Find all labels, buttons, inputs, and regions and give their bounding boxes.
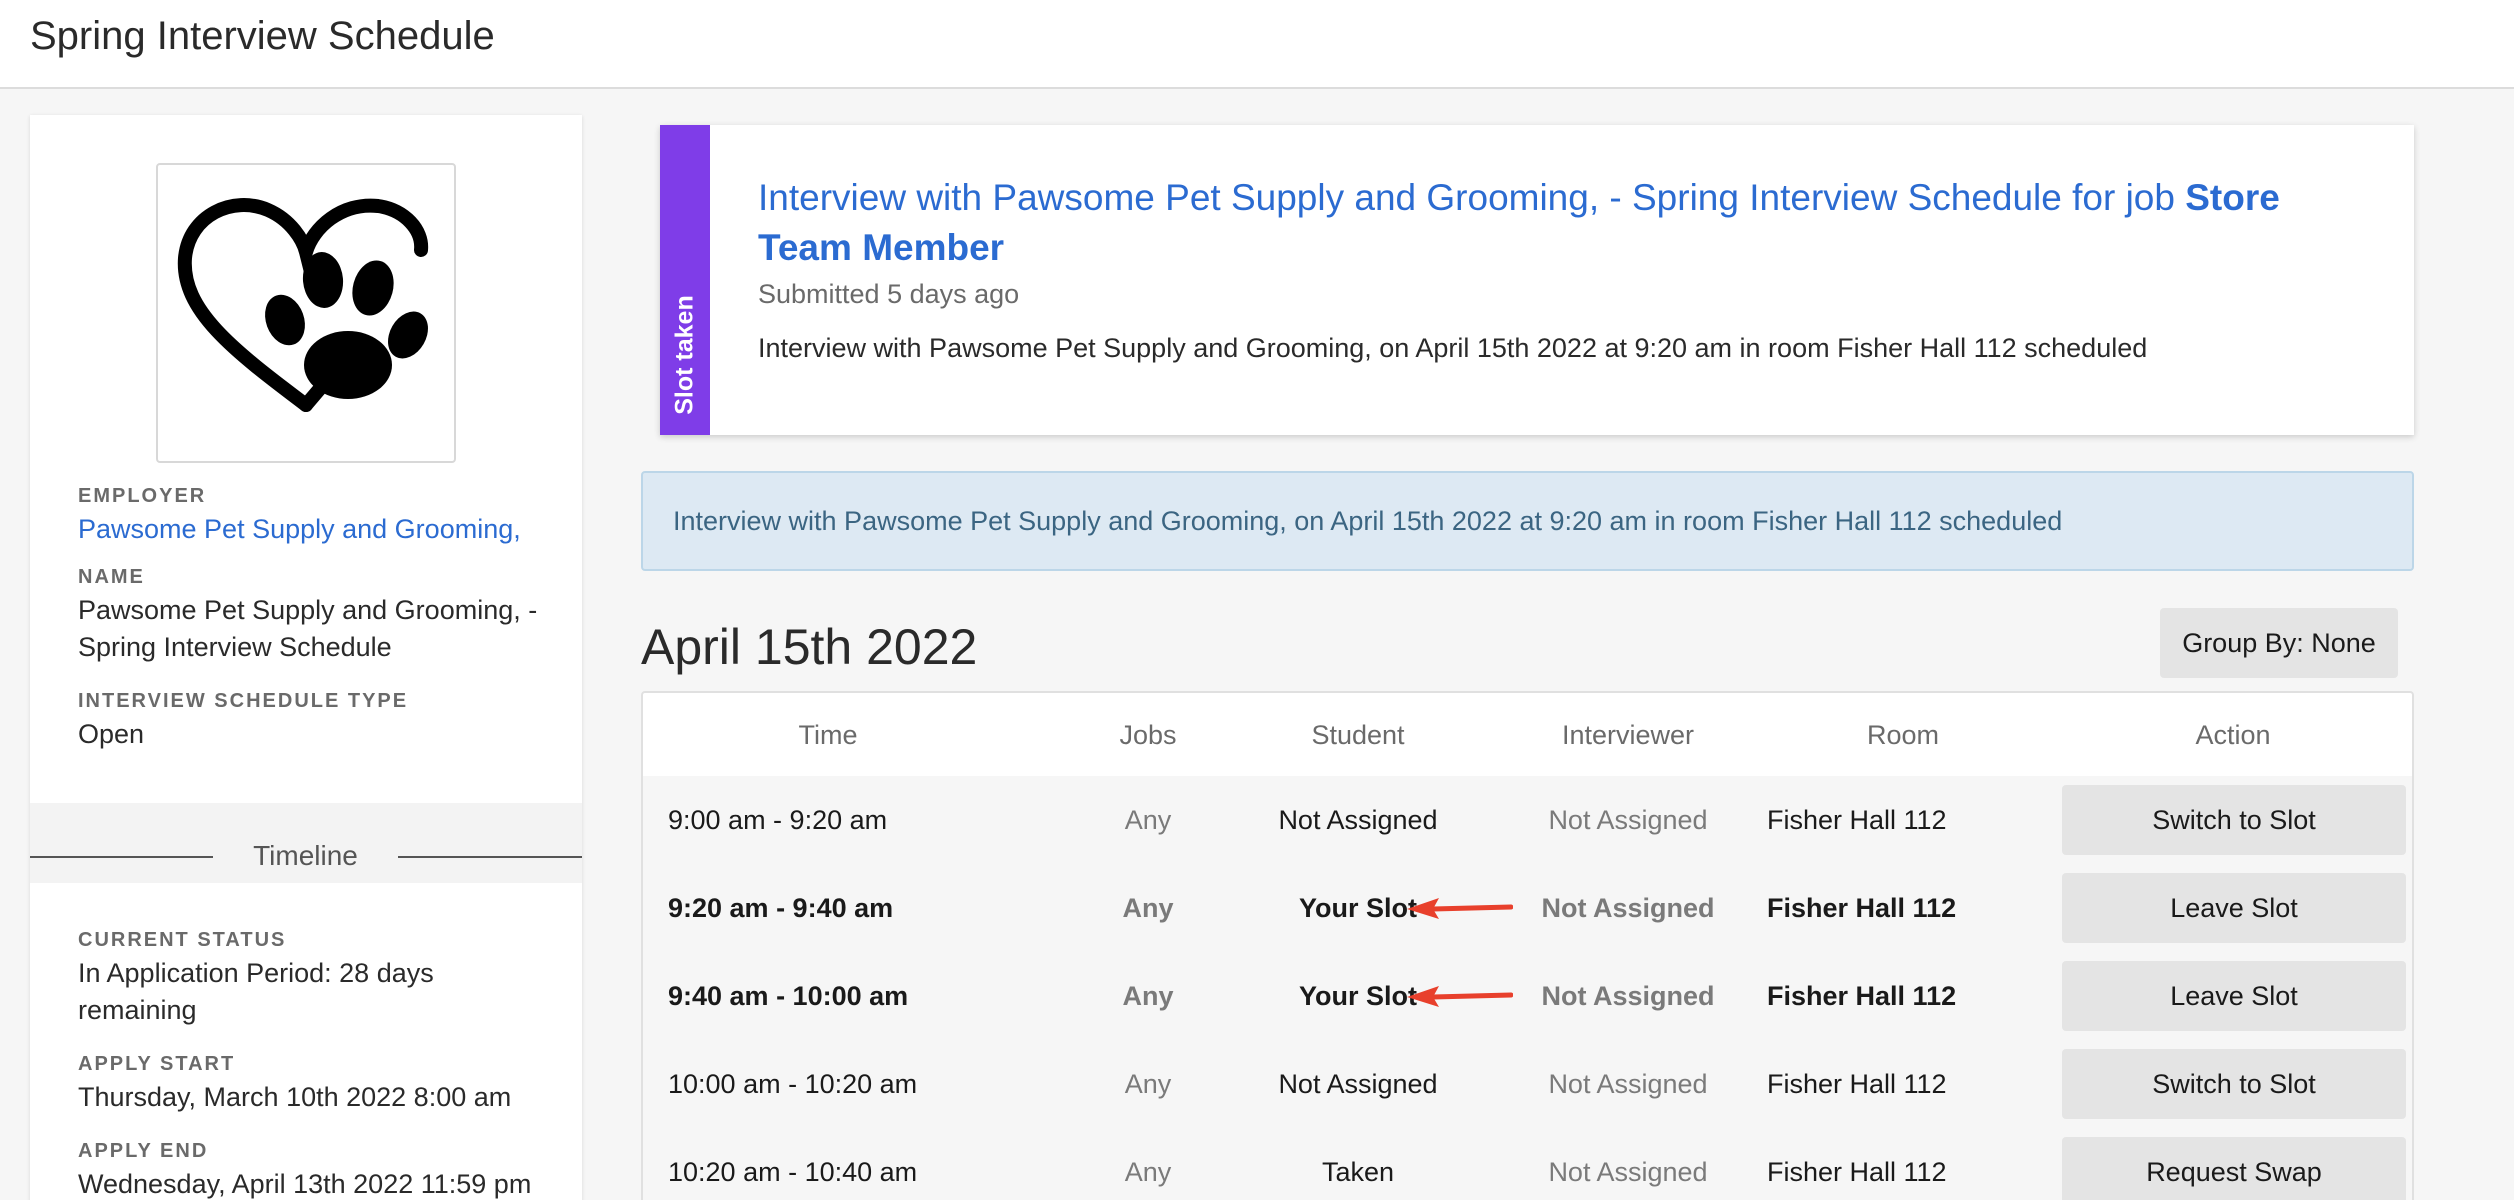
leave-slot-button[interactable]: Leave Slot bbox=[2062, 961, 2406, 1031]
info-alert: Interview with Pawsome Pet Supply and Gr… bbox=[641, 471, 2414, 571]
apply-start-label: APPLY START bbox=[78, 1053, 236, 1075]
slot-room: Fisher Hall 112 bbox=[1767, 893, 1957, 923]
column-header-student: Student bbox=[1311, 720, 1405, 750]
slot-interviewer: Not Assigned bbox=[1548, 805, 1708, 835]
apply-end-value: Wednesday, April 13th 2022 11:59 pm bbox=[78, 1169, 532, 1199]
top-bar: Spring Interview Schedule bbox=[0, 0, 2514, 89]
notification-card: Slot taken Interview with Pawsome Pet Su… bbox=[660, 125, 2414, 435]
apply-start-value: Thursday, March 10th 2022 8:00 am bbox=[78, 1082, 512, 1112]
notification-body: Interview with Pawsome Pet Supply and Gr… bbox=[758, 333, 2148, 363]
timeline-title: Timeline bbox=[253, 840, 358, 871]
slot-interviewer: Not Assigned bbox=[1541, 893, 1715, 923]
divider bbox=[398, 856, 582, 858]
current-status-value: In Application Period: 28 days remaining bbox=[78, 958, 434, 1025]
schedule-date-heading: April 15th 2022 bbox=[641, 619, 978, 675]
employer-link[interactable]: Pawsome Pet Supply and Grooming, bbox=[78, 511, 558, 548]
slot-interviewer: Not Assigned bbox=[1548, 1069, 1708, 1099]
slot-time: 9:00 am - 9:20 am bbox=[668, 805, 888, 835]
heart-paw-icon bbox=[177, 198, 429, 412]
current-status-label: CURRENT STATUS bbox=[78, 929, 287, 951]
slot-room: Fisher Hall 112 bbox=[1767, 981, 1957, 1011]
slot-time: 10:20 am - 10:40 am bbox=[668, 1157, 918, 1187]
table-row: 10:00 am - 10:20 am Any Not Assigned Not… bbox=[643, 1040, 2412, 1128]
slot-interviewer: Not Assigned bbox=[1541, 981, 1715, 1011]
switch-to-slot-button[interactable]: Switch to Slot bbox=[2062, 785, 2406, 855]
slot-interviewer: Not Assigned bbox=[1548, 1157, 1708, 1187]
group-by-button[interactable]: Group By: None bbox=[2160, 608, 2398, 678]
alert-text: Interview with Pawsome Pet Supply and Gr… bbox=[673, 506, 2063, 536]
apply-end-label: APPLY END bbox=[78, 1140, 209, 1162]
slot-student: Taken bbox=[1321, 1157, 1395, 1187]
name-label: NAME bbox=[78, 566, 145, 588]
slot-jobs: Any bbox=[1124, 1069, 1172, 1099]
divider bbox=[30, 856, 213, 858]
slot-jobs: Any bbox=[1124, 1157, 1172, 1187]
schedule-table: Time Jobs Student Interviewer Room Actio… bbox=[641, 691, 2414, 1200]
switch-to-slot-button[interactable]: Switch to Slot bbox=[2062, 1049, 2406, 1119]
employer-logo bbox=[156, 163, 456, 463]
slot-student: Not Assigned bbox=[1278, 1069, 1438, 1099]
column-header-interviewer: Interviewer bbox=[1561, 720, 1695, 750]
table-body: 9:00 am - 9:20 am Any Not Assigned Not A… bbox=[643, 776, 2412, 1200]
submitted-time: Submitted 5 days ago bbox=[758, 279, 1020, 309]
slot-time: 10:00 am - 10:20 am bbox=[668, 1069, 918, 1099]
slot-time: 9:20 am - 9:40 am bbox=[668, 893, 894, 923]
table-row: 10:20 am - 10:40 am Any Taken Not Assign… bbox=[643, 1128, 2412, 1200]
slot-jobs: Any bbox=[1124, 805, 1172, 835]
slot-room: Fisher Hall 112 bbox=[1767, 805, 1947, 835]
employer-label: EMPLOYER bbox=[78, 485, 207, 507]
table-row: 9:00 am - 9:20 am Any Not Assigned Not A… bbox=[643, 776, 2412, 864]
leave-slot-button[interactable]: Leave Slot bbox=[2062, 873, 2406, 943]
page-title: Spring Interview Schedule bbox=[30, 14, 495, 58]
column-header-action: Action bbox=[2195, 720, 2271, 750]
slot-jobs: Any bbox=[1122, 893, 1174, 923]
column-header-time: Time bbox=[798, 720, 858, 750]
schedule-type-value: Open bbox=[78, 719, 145, 749]
slot-jobs: Any bbox=[1122, 981, 1174, 1011]
column-header-room: Room bbox=[1866, 720, 1940, 750]
request-swap-button[interactable]: Request Swap bbox=[2062, 1137, 2406, 1200]
slot-room: Fisher Hall 112 bbox=[1767, 1157, 1947, 1187]
notification-title[interactable]: Interview with Pawsome Pet Supply and Gr… bbox=[758, 173, 2338, 273]
column-header-jobs: Jobs bbox=[1119, 720, 1177, 750]
table-row: 9:40 am - 10:00 am Any Your Slot Not Ass… bbox=[643, 952, 2412, 1040]
slot-taken-stripe: Slot taken bbox=[660, 125, 710, 435]
table-row: 9:20 am - 9:40 am Any Your Slot Not Assi… bbox=[643, 864, 2412, 952]
schedule-info-sidebar: EMPLOYER Pawsome Pet Supply and Grooming… bbox=[30, 115, 582, 1200]
slot-room: Fisher Hall 112 bbox=[1767, 1069, 1947, 1099]
slot-student: Not Assigned bbox=[1278, 805, 1438, 835]
schedule-name: Pawsome Pet Supply and Grooming, - Sprin… bbox=[78, 595, 538, 662]
notification-title-text[interactable]: Interview with Pawsome Pet Supply and Gr… bbox=[758, 177, 2185, 218]
schedule-type-label: INTERVIEW SCHEDULE TYPE bbox=[78, 690, 409, 712]
slot-taken-label: Slot taken bbox=[670, 295, 699, 415]
slot-time: 9:40 am - 10:00 am bbox=[668, 981, 909, 1011]
